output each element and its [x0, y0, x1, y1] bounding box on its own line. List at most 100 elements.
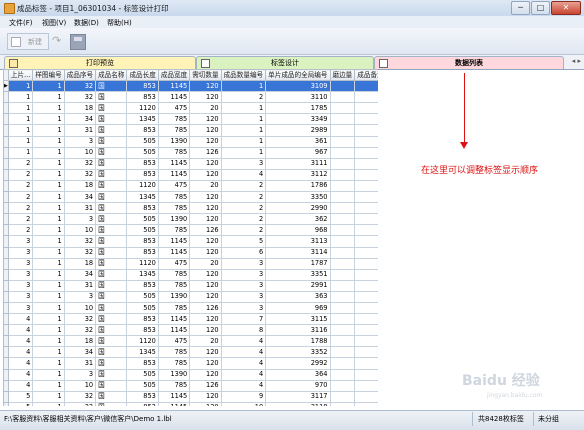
table-cell[interactable]	[329, 268, 356, 281]
table-cell[interactable]: 120	[189, 357, 222, 370]
table-cell[interactable]	[354, 324, 378, 337]
table-cell[interactable]: 31	[63, 279, 97, 292]
table-cell[interactable]	[354, 246, 378, 259]
table-cell[interactable]: 32	[63, 313, 97, 326]
table-cell[interactable]: 120	[189, 268, 222, 281]
table-cell[interactable]: 120	[189, 368, 222, 381]
table-cell[interactable]: 国	[95, 313, 128, 326]
table-cell[interactable]: 1145	[157, 157, 191, 170]
table-cell[interactable]: 120	[189, 213, 222, 226]
table-cell[interactable]: 853	[126, 80, 159, 93]
table-cell[interactable]: 4	[220, 379, 267, 392]
table-cell[interactable]: 120	[189, 390, 222, 403]
table-cell[interactable]: 1	[32, 168, 65, 181]
table-cell[interactable]: 120	[189, 135, 222, 148]
table-row[interactable]: 3 1 34 国 1345 785 120 3 3351	[3, 268, 378, 281]
table-cell[interactable]: 1	[32, 290, 65, 303]
table-cell[interactable]: 362	[265, 213, 331, 226]
table-cell[interactable]: 31	[63, 357, 97, 370]
table-cell[interactable]: 18	[63, 335, 97, 348]
table-cell[interactable]: 18	[63, 257, 97, 270]
table-row[interactable]: 2 1 32 国 853 1145 120 3 3111	[3, 157, 378, 170]
table-cell[interactable]: 120	[189, 191, 222, 204]
table-cell[interactable]: 2	[7, 191, 34, 204]
table-cell[interactable]: 国	[95, 124, 128, 137]
table-cell[interactable]: 2	[7, 168, 34, 181]
table-cell[interactable]	[329, 102, 356, 115]
table-row[interactable]: 2 1 10 国 505 785 126 2 968	[3, 224, 378, 237]
table-cell[interactable]	[354, 124, 378, 137]
table-cell[interactable]: 126	[189, 146, 222, 159]
table-cell[interactable]: 505	[126, 213, 159, 226]
table-cell[interactable]: 34	[63, 346, 97, 359]
table-cell[interactable]: 6	[220, 246, 267, 259]
table-row[interactable]: 3 1 10 国 505 785 126 3 969	[3, 301, 378, 315]
table-cell[interactable]: 1145	[157, 168, 191, 181]
table-cell[interactable]	[329, 335, 356, 348]
table-cell[interactable]: 120	[189, 124, 222, 137]
table-cell[interactable]: 3	[7, 246, 34, 259]
table-row[interactable]: 3 1 31 国 853 785 120 3 2991	[3, 279, 378, 292]
table-cell[interactable]	[354, 335, 378, 348]
table-cell[interactable]: 120	[189, 401, 222, 406]
table-cell[interactable]: 505	[126, 135, 159, 148]
tab-scroll-arrows[interactable]: ◂ ▸	[572, 57, 581, 65]
table-cell[interactable]: 785	[157, 191, 191, 204]
table-cell[interactable]	[354, 191, 378, 204]
table-cell[interactable]: 2989	[265, 124, 331, 137]
table-cell[interactable]: 1	[32, 135, 65, 148]
table-cell[interactable]: 1145	[157, 390, 191, 403]
table-row[interactable]: 4 1 31 国 853 785 120 4 2992	[3, 357, 378, 370]
table-cell[interactable]	[354, 146, 378, 159]
table-cell[interactable]: 2	[220, 179, 267, 193]
table-cell[interactable]: 1	[32, 301, 65, 315]
table-cell[interactable]	[354, 401, 378, 406]
table-cell[interactable]	[329, 113, 356, 126]
table-cell[interactable]: 1	[32, 102, 65, 115]
table-cell[interactable]: 3115	[265, 313, 331, 326]
table-row[interactable]: 3 1 32 国 853 1145 120 6 3114	[3, 246, 378, 259]
table-cell[interactable]: 20	[189, 102, 222, 115]
table-row[interactable]: 4 1 32 国 853 1145 120 7 3115	[3, 313, 378, 326]
table-cell[interactable]: 785	[157, 124, 191, 137]
table-cell[interactable]: 120	[189, 168, 222, 181]
table-cell[interactable]: 1345	[126, 191, 159, 204]
table-cell[interactable]: 475	[157, 102, 191, 115]
table-cell[interactable]: 505	[126, 379, 159, 392]
table-cell[interactable]: 国	[95, 113, 128, 126]
table-cell[interactable]	[329, 202, 356, 215]
table-cell[interactable]	[329, 124, 356, 137]
table-cell[interactable]: 2	[220, 224, 267, 237]
table-cell[interactable]: 3352	[265, 346, 331, 359]
table-cell[interactable]: 10	[63, 224, 97, 237]
table-cell[interactable]	[354, 213, 378, 226]
table-cell[interactable]	[329, 368, 356, 381]
table-cell[interactable]: 1	[32, 202, 65, 215]
table-cell[interactable]: 7	[220, 313, 267, 326]
table-cell[interactable]: 1120	[126, 335, 159, 348]
table-cell[interactable]: 1390	[157, 135, 191, 148]
table-cell[interactable]: 国	[95, 379, 128, 392]
table-cell[interactable]	[329, 157, 356, 170]
table-cell[interactable]: 国	[95, 102, 128, 115]
menu-data[interactable]: 数据(D)	[74, 18, 99, 28]
table-cell[interactable]	[329, 91, 356, 104]
table-cell[interactable]	[329, 191, 356, 204]
table-cell[interactable]: 3109	[265, 80, 331, 93]
table-cell[interactable]: 1	[7, 124, 34, 137]
table-row[interactable]: 4 1 10 国 505 785 126 4 970	[3, 379, 378, 392]
redo-icon[interactable]: ↷	[52, 34, 66, 48]
table-cell[interactable]	[329, 257, 356, 270]
table-cell[interactable]: 2	[7, 179, 34, 193]
column-header[interactable]: 样图编号	[32, 69, 65, 82]
table-cell[interactable]: 969	[265, 301, 331, 315]
table-cell[interactable]: 1	[220, 146, 267, 159]
table-cell[interactable]: 31	[63, 202, 97, 215]
table-cell[interactable]: 4	[220, 168, 267, 181]
column-header[interactable]: 单片成品的全局编号	[265, 69, 331, 82]
table-cell[interactable]: 1	[7, 113, 34, 126]
table-cell[interactable]: 4	[7, 368, 34, 381]
table-cell[interactable]	[329, 379, 356, 392]
table-cell[interactable]: 120	[189, 235, 222, 248]
table-cell[interactable]: 32	[63, 390, 97, 403]
